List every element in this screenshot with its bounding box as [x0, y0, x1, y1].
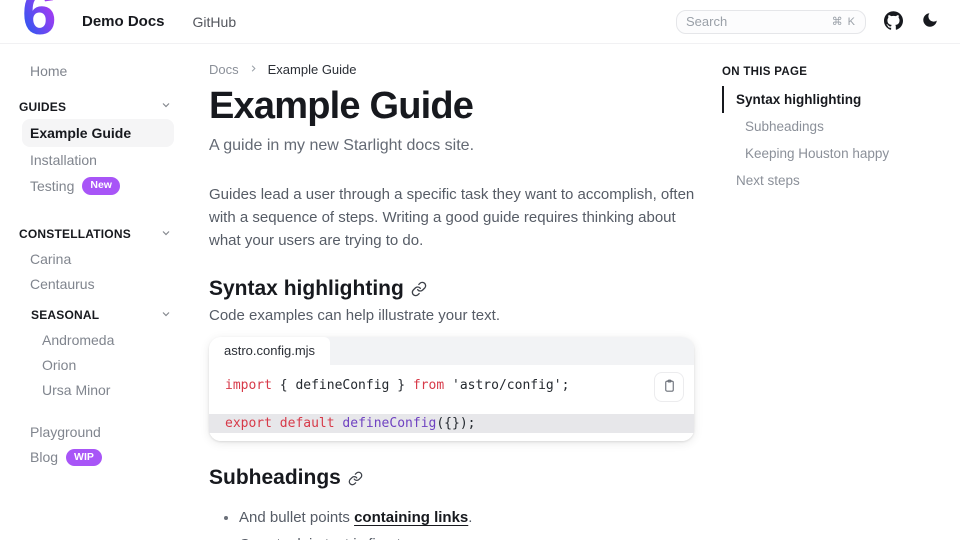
copy-icon — [662, 378, 677, 396]
github-icon — [884, 11, 903, 33]
sidebar-item-label: Testing — [30, 178, 74, 194]
header-icons — [883, 12, 940, 32]
sidebar-item-ursa-minor[interactable]: Ursa Minor — [34, 378, 174, 402]
chevron-right-icon — [248, 62, 259, 77]
site-logo[interactable]: 6 — [22, 0, 72, 44]
search-shortcut: ⌘ K — [832, 15, 856, 28]
moon-icon — [921, 11, 939, 32]
link-icon[interactable] — [348, 471, 363, 486]
code-block-header: astro.config.mjs — [209, 337, 694, 365]
search-placeholder: Search — [686, 14, 727, 29]
toc-item-subheadings[interactable]: Subheadings — [722, 113, 954, 140]
sidebar-item-example-guide[interactable]: Example Guide — [22, 119, 174, 147]
bullet-list: And bullet points containing links. Or n… — [209, 509, 694, 540]
section-heading-subheadings: Subheadings — [209, 466, 694, 490]
logo-glyph: 6 — [22, 0, 56, 45]
site-title[interactable]: Demo Docs — [82, 13, 165, 30]
toc-list: Syntax highlighting Subheadings Keeping … — [722, 86, 954, 194]
sidebar-item-andromeda[interactable]: Andromeda — [34, 328, 174, 352]
code-block: astro.config.mjs import { defineConfig }… — [209, 337, 694, 441]
page-subtitle: A guide in my new Starlight docs site. — [209, 137, 694, 155]
heading-text: Subheadings — [209, 466, 341, 490]
sidebar-item-playground[interactable]: Playground — [22, 420, 174, 444]
section-lead: Code examples can help illustrate your t… — [209, 307, 694, 324]
code-line-empty — [209, 395, 694, 414]
sidebar-item-carina[interactable]: Carina — [22, 247, 174, 271]
theme-toggle-button[interactable] — [920, 12, 940, 32]
code-line: import { defineConfig } from 'astro/conf… — [209, 376, 694, 395]
bullet-text: And bullet points — [239, 509, 354, 526]
sidebar-item-home[interactable]: Home — [22, 59, 174, 83]
sidebar-item-label: Blog — [30, 449, 58, 465]
wip-badge: WIP — [66, 449, 102, 467]
sidebar-group-guides[interactable]: GUIDES — [0, 95, 192, 118]
nav-link-github[interactable]: GitHub — [193, 14, 237, 30]
sidebar-group-label: GUIDES — [19, 100, 66, 114]
on-this-page-panel: ON THIS PAGE Syntax highlighting Subhead… — [722, 44, 954, 540]
link-icon[interactable] — [411, 281, 427, 297]
list-item: Or not, plain text is fine too. — [239, 536, 694, 540]
sidebar-item-installation[interactable]: Installation — [22, 148, 174, 172]
section-heading-syntax-highlighting: Syntax highlighting — [209, 277, 694, 301]
bullet-text: . — [468, 509, 472, 526]
sidebar-group-label: CONSTELLATIONS — [19, 227, 131, 241]
copy-button[interactable] — [654, 372, 684, 402]
chevron-down-icon — [160, 227, 172, 242]
containing-links-link[interactable]: containing links — [354, 509, 468, 526]
sidebar-item-orion[interactable]: Orion — [34, 353, 174, 377]
list-item: And bullet points containing links. — [239, 509, 694, 526]
search-input[interactable]: Search ⌘ K — [676, 10, 866, 34]
sidebar-group-seasonal[interactable]: SEASONAL — [0, 304, 192, 327]
code-filename-tab: astro.config.mjs — [209, 337, 330, 365]
toc-item-next-steps[interactable]: Next steps — [722, 167, 954, 194]
bullet-text: Or not, plain text is fine too. — [239, 536, 422, 540]
toc-item-syntax-highlighting[interactable]: Syntax highlighting — [722, 86, 954, 113]
site-header: 6 Demo Docs GitHub Search ⌘ K — [0, 0, 960, 44]
breadcrumb-current: Example Guide — [268, 62, 357, 77]
sidebar: Home GUIDES Example Guide Installation T… — [0, 44, 192, 540]
main-content: Docs Example Guide Example Guide A guide… — [192, 44, 694, 540]
sidebar-item-testing[interactable]: Testing New — [22, 173, 174, 199]
sidebar-group-constellations[interactable]: CONSTELLATIONS — [0, 223, 192, 246]
code-line-highlighted: export default defineConfig({}); — [209, 414, 694, 433]
chevron-down-icon — [160, 99, 172, 114]
page-title: Example Guide — [209, 85, 694, 128]
toc-heading: ON THIS PAGE — [722, 66, 954, 78]
intro-paragraph: Guides lead a user through a specific ta… — [209, 184, 698, 252]
breadcrumb-docs-link[interactable]: Docs — [209, 62, 239, 77]
sidebar-item-centaurus[interactable]: Centaurus — [22, 272, 174, 296]
github-icon-button[interactable] — [883, 12, 903, 32]
new-badge: New — [82, 177, 120, 195]
sidebar-group-label: SEASONAL — [31, 308, 99, 322]
code-block-body: import { defineConfig } from 'astro/conf… — [209, 365, 694, 441]
sidebar-item-blog[interactable]: Blog WIP — [22, 445, 174, 471]
heading-text: Syntax highlighting — [209, 277, 404, 301]
sidebar-spacer — [0, 403, 192, 419]
toc-item-keeping-houston-happy[interactable]: Keeping Houston happy — [722, 140, 954, 167]
breadcrumb: Docs Example Guide — [209, 62, 694, 77]
chevron-down-icon — [160, 308, 172, 323]
